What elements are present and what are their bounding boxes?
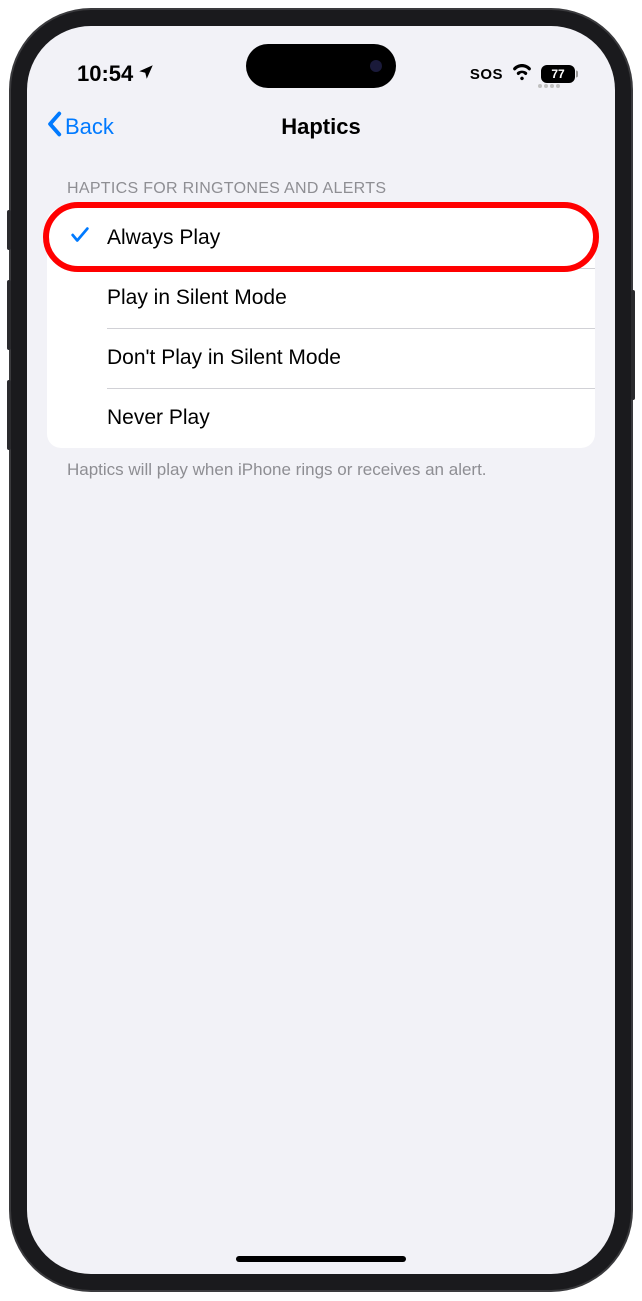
sos-indicator: SOS: [470, 66, 503, 83]
option-label: Never Play: [107, 406, 210, 430]
checkmark-icon: [69, 224, 91, 252]
battery-indicator: 77: [541, 65, 575, 83]
page-title: Haptics: [281, 114, 360, 140]
left-side-buttons: [7, 210, 11, 480]
option-dont-play-in-silent[interactable]: Don't Play in Silent Mode: [47, 328, 595, 388]
dynamic-island: [246, 44, 396, 88]
home-indicator[interactable]: [236, 1256, 406, 1262]
screen: 10:54 SOS 77: [27, 26, 615, 1274]
option-label: Play in Silent Mode: [107, 286, 287, 310]
option-always-play[interactable]: Always Play: [47, 208, 595, 268]
section-footer: Haptics will play when iPhone rings or r…: [47, 448, 595, 492]
status-time: 10:54: [77, 61, 133, 87]
section-header: HAPTICS FOR RINGTONES AND ALERTS: [47, 162, 595, 208]
battery-level: 77: [541, 65, 575, 83]
chevron-left-icon: [45, 111, 63, 143]
back-label: Back: [65, 114, 114, 140]
content-area: HAPTICS FOR RINGTONES AND ALERTS Always …: [27, 162, 615, 492]
location-arrow-icon: [137, 61, 155, 87]
haptics-options-group: Always Play Play in Silent Mode Don't Pl…: [47, 208, 595, 448]
status-dots: [538, 84, 560, 88]
option-play-in-silent[interactable]: Play in Silent Mode: [47, 268, 595, 328]
back-button[interactable]: Back: [45, 111, 114, 143]
wifi-icon: [511, 63, 533, 86]
phone-frame: 10:54 SOS 77: [11, 10, 631, 1290]
option-never-play[interactable]: Never Play: [47, 388, 595, 448]
navigation-bar: Back Haptics: [27, 96, 615, 162]
right-side-buttons: [631, 290, 635, 430]
option-label: Always Play: [107, 226, 220, 250]
option-label: Don't Play in Silent Mode: [107, 346, 341, 370]
